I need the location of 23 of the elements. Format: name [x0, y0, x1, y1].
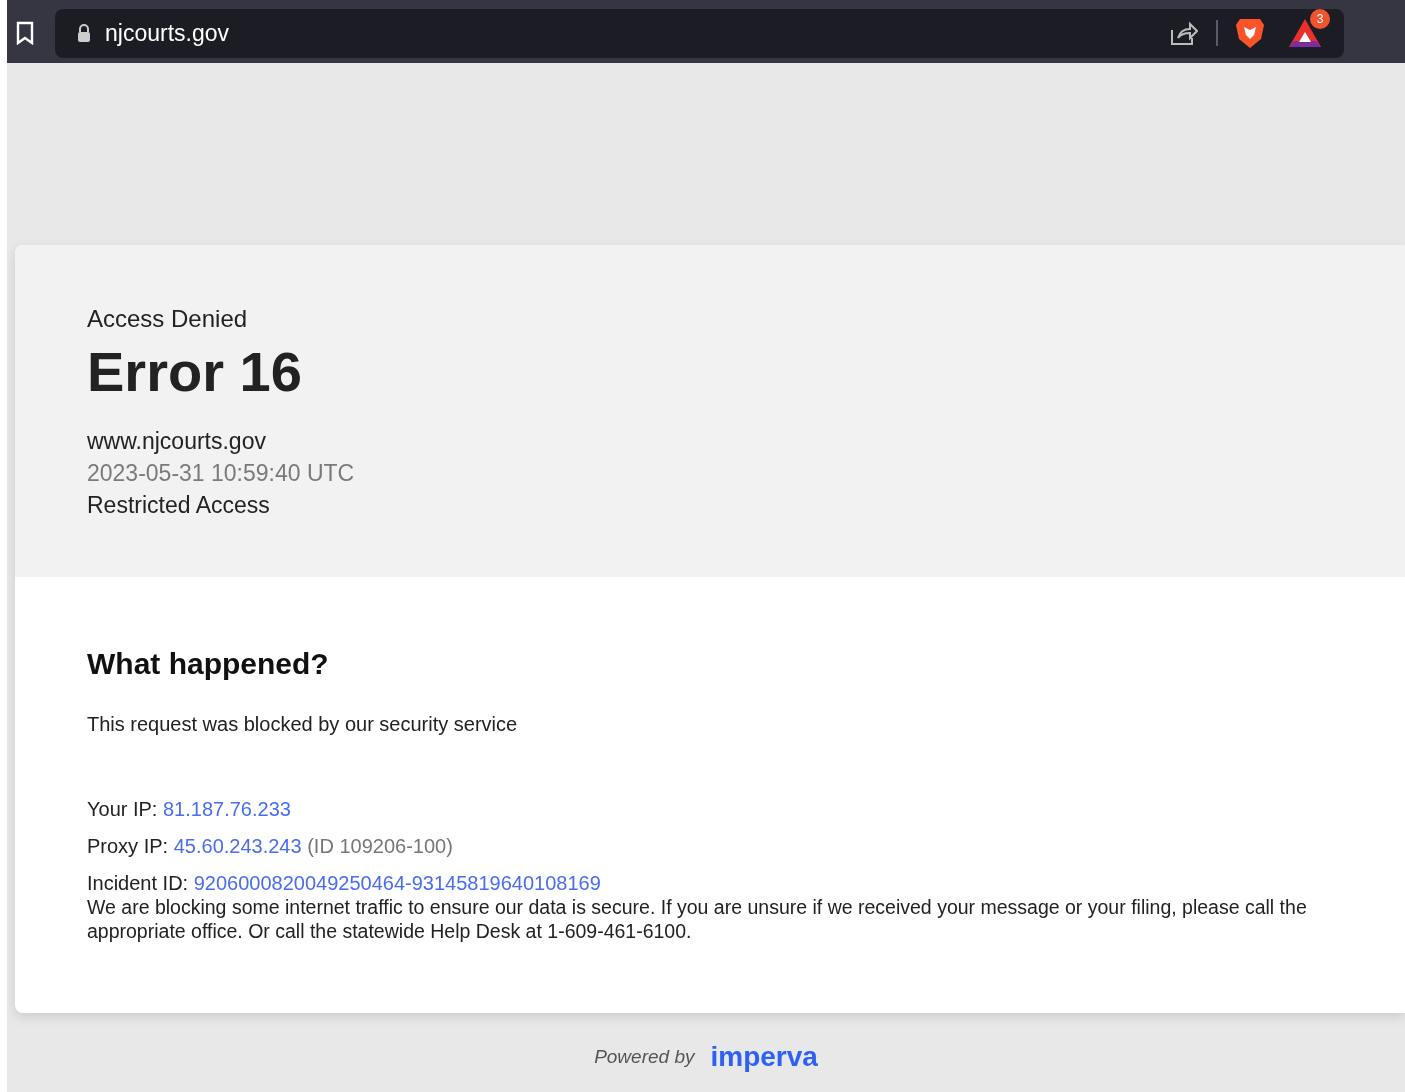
detail-link[interactable]: 9206000820049250464-93145819640108169 — [193, 871, 601, 894]
info-message: We are blocking some internet traffic to ensure our data is secure. If you are unsure if we received your message or your filing, please call the appropriate office. Or call the statewide Help Desk at 1-609-461-6100. — [87, 894, 1308, 943]
detail-line: Your IP: 81.187.76.233 — [87, 797, 291, 821]
detail-line: Proxy IP: 45.60.243.243 (ID 109206-100) — [87, 834, 453, 858]
bookmark-icon[interactable] — [15, 21, 35, 45]
host-text: www.njcourts.gov — [87, 426, 266, 456]
powered-by-text: Powered by — [594, 1045, 695, 1068]
url-text: njcourts.gov — [105, 19, 230, 47]
lion-shield-icon[interactable] — [1236, 17, 1264, 49]
lock-icon — [77, 24, 91, 42]
detail-link[interactable]: 45.60.243.243 — [173, 834, 302, 857]
brand-logo[interactable]: imperva — [710, 1040, 818, 1073]
summary-text: This request was blocked by our security service — [87, 712, 518, 736]
category-text: Restricted Access — [87, 490, 270, 520]
detail-link[interactable]: 81.187.76.233 — [163, 797, 291, 820]
section-heading: What happened? — [87, 646, 329, 681]
share-icon[interactable] — [1170, 20, 1198, 46]
access-denied-label: Access Denied — [87, 305, 248, 333]
timestamp-text: 2023-05-31 10:59:40 UTC — [87, 458, 355, 488]
detail-line: Incident ID: 9206000820049250464-93145819640108169 — [87, 871, 601, 895]
notification-badge: 3 — [1310, 9, 1330, 29]
error-title: Error 16 — [87, 341, 302, 403]
address-bar[interactable]: njcourts.gov 3 — [55, 8, 1344, 58]
